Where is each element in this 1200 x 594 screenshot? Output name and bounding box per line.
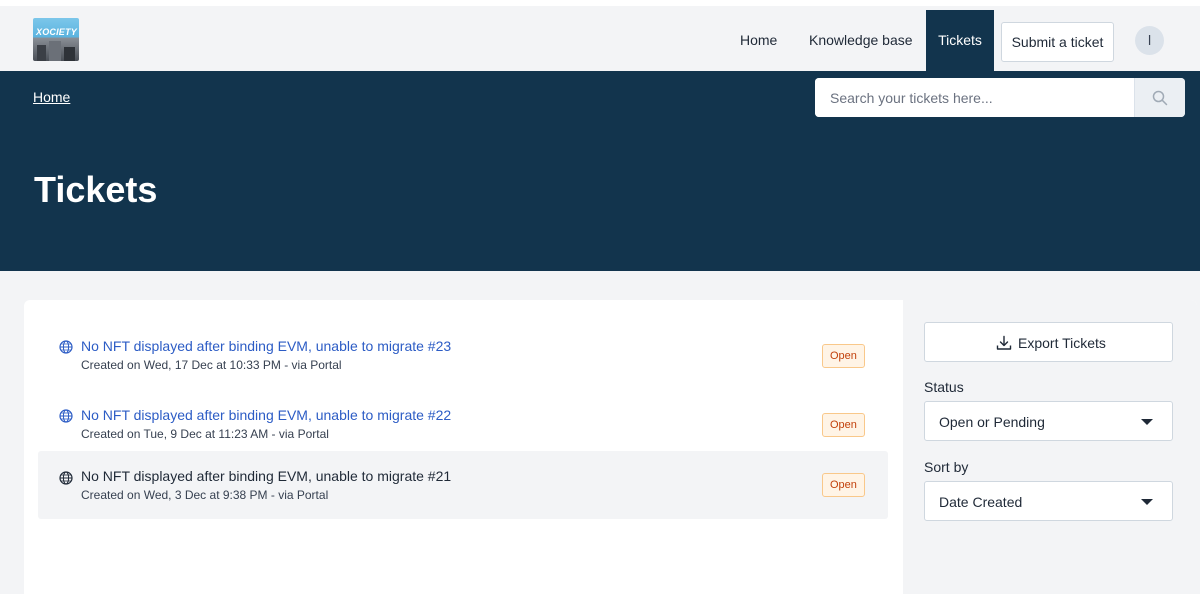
globe-icon — [59, 409, 73, 423]
search-icon — [1152, 90, 1168, 106]
globe-icon — [59, 471, 73, 485]
page-title: Tickets — [34, 169, 158, 210]
tickets-panel: No NFT displayed after binding EVM, unab… — [24, 300, 1197, 594]
sort-select-value: Date Created — [939, 494, 1023, 510]
ticket-title-link[interactable]: No NFT displayed after binding EVM, unab… — [81, 407, 451, 423]
status-badge: Open — [822, 413, 865, 437]
sort-select[interactable]: Date Created — [924, 481, 1173, 521]
export-tickets-button[interactable]: Export Tickets — [924, 322, 1173, 362]
download-icon — [996, 335, 1012, 350]
nav-home[interactable]: Home — [740, 10, 777, 70]
ticket-meta: Created on Tue, 9 Dec at 11:23 AM - via … — [81, 427, 329, 441]
ticket-row[interactable]: No NFT displayed after binding EVM, unab… — [38, 308, 888, 376]
breadcrumb-home[interactable]: Home — [33, 89, 70, 105]
status-select-value: Open or Pending — [939, 414, 1045, 430]
caret-down-icon — [1141, 499, 1153, 505]
ticket-row[interactable]: No NFT displayed after binding EVM, unab… — [38, 377, 888, 445]
ticket-meta: Created on Wed, 17 Dec at 10:33 PM - via… — [81, 358, 342, 372]
filter-sidebar: Export Tickets Status Open or Pending So… — [903, 300, 1197, 594]
ticket-title-link[interactable]: No NFT displayed after binding EVM, unab… — [81, 338, 451, 354]
status-badge: Open — [822, 473, 865, 497]
search-input[interactable] — [815, 78, 1134, 117]
export-tickets-label: Export Tickets — [1018, 335, 1106, 351]
search-button[interactable] — [1134, 78, 1185, 117]
ticket-meta: Created on Wed, 3 Dec at 9:38 PM - via P… — [81, 488, 329, 502]
nav-knowledge-base[interactable]: Knowledge base — [809, 10, 913, 70]
ticket-list: No NFT displayed after binding EVM, unab… — [24, 300, 903, 594]
caret-down-icon — [1141, 419, 1153, 425]
status-label: Status — [924, 379, 964, 395]
sort-label: Sort by — [924, 459, 969, 475]
user-avatar[interactable]: l — [1135, 26, 1164, 55]
top-header: XOCIETY Home Knowledge base Tickets Subm… — [0, 6, 1200, 71]
ticket-row[interactable]: No NFT displayed after binding EVM, unab… — [38, 451, 888, 519]
nav-tickets-active[interactable]: Tickets — [926, 10, 994, 71]
globe-icon — [59, 340, 73, 354]
hero-banner: Home Tickets — [0, 71, 1200, 271]
portal-logo[interactable]: XOCIETY — [33, 18, 79, 61]
submit-ticket-button[interactable]: Submit a ticket — [1001, 22, 1114, 62]
ticket-search — [815, 78, 1185, 117]
logo-wordmark: XOCIETY — [36, 27, 77, 37]
ticket-title-link[interactable]: No NFT displayed after binding EVM, unab… — [81, 468, 451, 484]
status-select[interactable]: Open or Pending — [924, 401, 1173, 441]
status-badge: Open — [822, 344, 865, 368]
